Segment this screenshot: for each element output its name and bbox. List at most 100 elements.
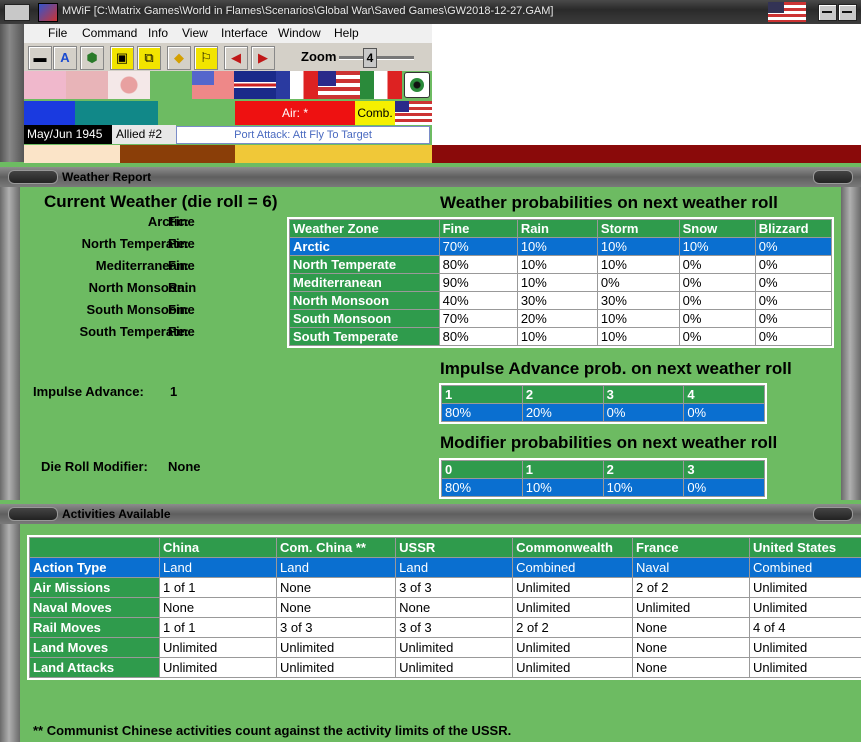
app-menu-icon[interactable] [4,4,30,21]
table-cell: Unlimited [395,637,514,658]
table-row[interactable]: Land Attacks Unlimited Unlimited Unlimited U… [29,657,861,678]
table-cell: 3 of 3 [395,617,514,638]
italy-flag-icon[interactable] [66,71,108,99]
table-cell: 10% [516,237,598,256]
table-cell: Unlimited [158,657,278,678]
table-cell: 30% [596,291,680,310]
table-row[interactable]: South Temperate 80% 10% 10% 0% 0% [289,327,833,346]
air-indicator: Air: * [235,101,355,125]
menu-item-interface[interactable]: Interface [221,26,268,40]
current-weather-value: Fine [168,214,195,229]
minimize-button[interactable] [818,4,837,21]
font-icon[interactable]: A [53,46,77,70]
table-cell: 0% [678,291,756,310]
table-cell: Rain [516,219,598,238]
phase-display: Port Attack: Att Fly To Target [176,126,430,144]
copy-icon[interactable]: ⧉ [137,46,161,70]
menu-item-info[interactable]: Info [148,26,168,40]
table-row[interactable]: Rail Moves 1 of 13 of 33 of 32 of 2 None 4 … [29,617,861,638]
arrow-left-icon[interactable]: ◀ [224,46,248,70]
table-cell: Combined [512,557,633,578]
table-cell: None [158,597,278,618]
table-row[interactable]: Action Type Land Land Land Combined Naval Comb… [29,557,861,578]
hex-icon[interactable]: ⬢ [80,46,104,70]
panel-grip-icon[interactable] [8,507,58,521]
table-cell: 4 of 4 [749,617,861,638]
table-cell: 1 of 1 [158,577,278,598]
table-cell: Commonwealth [512,537,633,558]
table-header-row[interactable]: 0123 [441,460,765,479]
table-row[interactable]: Air Missions 1 of 1 None 3 of 3 Unlimited 2 o… [29,577,861,598]
weather-panel-header[interactable]: Weather Report [0,167,861,187]
table-cell: 2 [602,460,685,479]
mexico-flag-icon[interactable] [360,71,402,99]
japan-flag-icon[interactable] [108,71,150,99]
table-cell: 10% [596,237,680,256]
table-row[interactable]: 80% 10% 10% 0% [441,478,765,497]
table-row[interactable]: North Monsoon 40% 30% 30% 0% 0% [289,291,833,310]
table-cell: Snow [678,219,756,238]
activities-footnote: ** Communist Chinese activities count ag… [33,723,512,738]
menu-item-file[interactable]: File [48,26,67,40]
china-flag-icon[interactable] [192,71,234,99]
france-flag-icon[interactable] [276,71,318,99]
current-weather-title: Current Weather (die roll = 6) [44,192,278,211]
menu-item-window[interactable]: Window [278,26,321,40]
panel-close-grip-icon[interactable] [813,507,853,521]
table-row[interactable]: North Temperate 80% 10% 10% 0% 0% [289,255,833,274]
unit-icon[interactable]: ▬ [28,46,52,70]
stack-icon[interactable]: ▣ [110,46,134,70]
map-area[interactable] [432,24,861,124]
table-cell: 0% [754,309,833,328]
die-roll-modifier-value: None [168,459,201,474]
table-cell: 20% [516,309,598,328]
table-cell: 70% [438,237,518,256]
table-row[interactable]: Arctic 70% 10% 10% 10% 0% [289,237,833,256]
table-cell: France [631,537,751,558]
activities-panel-header[interactable]: Activities Available [0,504,861,524]
table-cell: Storm [596,219,680,238]
table-row[interactable]: South Monsoon 70% 20% 10% 0% 0% [289,309,833,328]
target-icon[interactable] [404,72,430,98]
uk-flag-icon[interactable] [234,71,276,99]
menu-item-view[interactable]: View [182,26,208,40]
table-row[interactable]: Land Moves Unlimited Unlimited Unlimited Unl… [29,637,861,658]
table-row[interactable]: Naval Moves None None None Unlimited Unlimite… [29,597,861,618]
zoom-slider-thumb[interactable]: 4 [363,48,377,68]
arrow-right-icon[interactable]: ▶ [251,46,275,70]
air-label: Air: * [281,106,308,120]
table-header-row[interactable]: Weather Zone Fine Rain Storm Snow Blizzard [289,219,833,238]
table-cell: Air Missions [29,577,160,598]
table-header-row[interactable]: 1234 [441,385,765,404]
close-button[interactable] [838,4,857,21]
current-weather-value: Fine [168,258,195,273]
table-cell: 80% [438,255,518,274]
table-cell: 3 of 3 [276,617,397,638]
table-cell: 0% [754,291,833,310]
panel-close-grip-icon[interactable] [813,170,853,184]
diamond-icon[interactable]: ◆ [167,46,191,70]
menu-item-command[interactable]: Command [82,26,137,40]
table-cell: Unlimited [512,577,633,598]
table-cell: Unlimited [276,637,397,658]
table-cell: 80% [438,327,518,346]
table-cell: 10% [602,478,685,497]
table-cell: Unlimited [512,637,633,658]
table-cell: 10% [516,273,598,292]
usa-flag-icon[interactable] [318,71,360,99]
table-cell: 30% [516,291,598,310]
table-row[interactable]: 80% 20% 0% 0% [441,403,765,422]
table-cell: Unlimited [749,637,861,658]
table-cell: Unlimited [512,597,633,618]
flag-icon[interactable]: ⚐ [194,46,218,70]
window-title: MWiF [C:\Matrix Games\World in Flames\Sc… [62,5,554,17]
table-cell: 70% [438,309,518,328]
table-row[interactable]: Mediterranean 90% 10% 0% 0% 0% [289,273,833,292]
germany-flag-icon[interactable] [24,71,66,99]
table-cell: 2 of 2 [631,577,751,598]
panel-grip-icon[interactable] [8,170,58,184]
menu-item-help[interactable]: Help [334,26,359,40]
table-header-row[interactable]: China Com. China ** USSR Commonwealth France… [29,537,861,558]
current-weather-value: Fine [168,302,195,317]
table-cell: 0% [602,403,685,422]
